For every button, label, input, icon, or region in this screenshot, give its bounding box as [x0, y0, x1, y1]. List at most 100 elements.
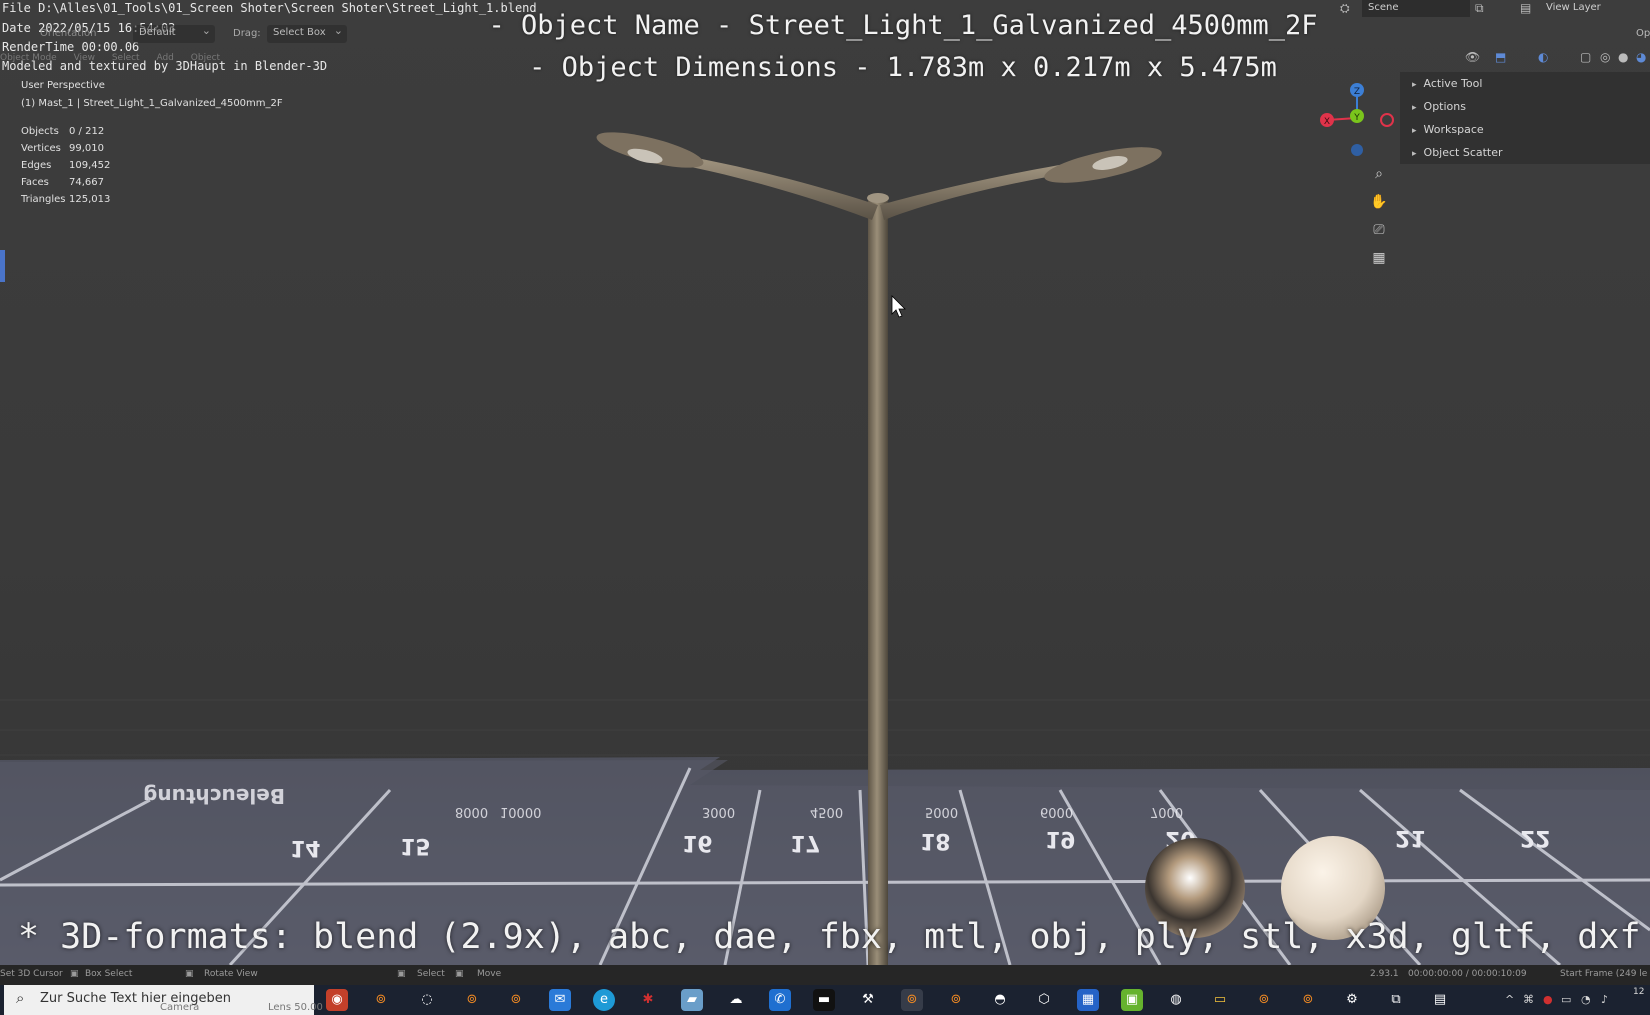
mail-icon[interactable]: ✉: [549, 989, 571, 1011]
visibility-icon[interactable]: 👁: [1465, 50, 1480, 64]
solid-shading-icon[interactable]: ●: [1618, 50, 1628, 64]
app-chat-icon[interactable]: ✆: [769, 989, 791, 1011]
calendar-icon[interactable]: ▦: [1077, 989, 1099, 1011]
tray-wifi-icon[interactable]: ◔: [1581, 993, 1591, 1006]
stat-faces: Faces 74,667: [21, 177, 104, 188]
floor-number: 17: [790, 830, 821, 855]
floor-number: 16: [682, 830, 713, 855]
file-explorer-icon[interactable]: ▭: [1209, 989, 1231, 1011]
floor-grid: [0, 699, 1650, 756]
view-layer-icon[interactable]: ▤: [1520, 1, 1531, 15]
stat-value: 109,452: [69, 160, 111, 171]
scene-icon[interactable]: ⛭: [1340, 1, 1350, 16]
floor-mm-label: 6000: [1040, 804, 1073, 819]
left-toolbar-sliver[interactable]: [0, 250, 5, 282]
mouse-middle-icon: ▣: [185, 969, 194, 979]
app-window-icon-2[interactable]: ▤: [1429, 989, 1451, 1011]
status-timecode: 00:00:00:00 / 00:00:10:09: [1408, 969, 1527, 979]
app-blue-icon[interactable]: ▰: [681, 989, 703, 1011]
tray-antivirus-icon[interactable]: ●: [1543, 993, 1553, 1006]
gizmo-x-label: X: [1324, 117, 1330, 127]
floor-mm-label: 7000: [1150, 804, 1183, 819]
stat-objects: Objects 0 / 212: [21, 126, 104, 137]
wireframe-shading-icon[interactable]: ◎: [1600, 50, 1610, 64]
status-move: Move: [477, 969, 502, 979]
status-cursor-hint: Set 3D Cursor: [0, 969, 63, 979]
app-panda-icon[interactable]: ◓: [989, 989, 1011, 1011]
firefox-icon[interactable]: ◉: [326, 989, 348, 1011]
tray-clock[interactable]: 12: [1633, 987, 1644, 997]
view-layer-selector[interactable]: View Layer: [1546, 2, 1601, 13]
chromium-icon[interactable]: ◌: [416, 989, 438, 1011]
status-rotate: Rotate View: [204, 969, 258, 979]
ghost-camera-label: Camera: [160, 1002, 200, 1013]
blender-icon[interactable]: ⊚: [505, 989, 527, 1011]
navigation-gizmo[interactable]: Z X Y: [1315, 78, 1395, 163]
active-object-label: (1) Mast_1 | Street_Light_1_Galvanized_4…: [21, 98, 283, 109]
settings-gear-icon[interactable]: ⚙: [1341, 989, 1363, 1011]
3d-viewport[interactable]: 14 15 16 17 18 19 20 21 22 8000 10000 3000 4500 5000 6…: [0, 0, 1650, 965]
app-window-icon[interactable]: ⧉: [1385, 989, 1407, 1011]
panel-object-scatter[interactable]: Object Scatter: [1400, 141, 1650, 164]
edge-icon[interactable]: e: [593, 989, 615, 1011]
scene-selector[interactable]: Scene: [1362, 0, 1470, 17]
gizmo-y-label: Y: [1353, 113, 1360, 123]
blender-icon[interactable]: ⊚: [461, 989, 483, 1011]
zoom-icon[interactable]: ⌕: [1367, 162, 1391, 186]
blender-icon[interactable]: ⊚: [1297, 989, 1319, 1011]
blender-icon[interactable]: ⊚: [1253, 989, 1275, 1011]
status-version: 2.93.1: [1370, 969, 1399, 979]
gizmo-neg-x-handle[interactable]: [1380, 113, 1394, 127]
floor-number: 18: [920, 828, 951, 853]
formats-caption: * 3D-formats: blend (2.9x), abc, dae, fb…: [18, 917, 1641, 957]
lamp-head-left: [596, 132, 704, 168]
app-red-icon[interactable]: ✱: [637, 989, 659, 1011]
panel-active-tool[interactable]: Active Tool: [1400, 72, 1650, 95]
tray-network-icon[interactable]: ⌘: [1523, 993, 1534, 1006]
tray-battery-icon[interactable]: ▭: [1561, 993, 1571, 1006]
tray-chevron-icon[interactable]: ^: [1505, 993, 1514, 1006]
tray-volume-icon[interactable]: ♪: [1601, 993, 1608, 1006]
pan-hand-icon[interactable]: ✋: [1367, 190, 1391, 214]
floor-mm-label: 3000: [702, 804, 735, 819]
menu-mode[interactable]: Object Mode: [0, 53, 57, 63]
panel-options[interactable]: Options: [1400, 95, 1650, 118]
camera-view-icon[interactable]: ⎚: [1367, 218, 1391, 242]
stat-value: 0 / 212: [69, 126, 105, 137]
nvidia-icon[interactable]: ▣: [1121, 989, 1143, 1011]
stat-edges: Edges 109,452: [21, 160, 110, 171]
blender-icon[interactable]: ⊚: [370, 989, 392, 1011]
floor-title: Beleuchtung: [143, 784, 285, 808]
overlay-toggle-icon[interactable]: ◐: [1538, 50, 1548, 64]
gizmo-neg-z-handle[interactable]: [1351, 144, 1363, 156]
stat-label: Triangles: [21, 194, 66, 205]
floor-mm-label: 10000: [500, 804, 541, 819]
material-shading-icon[interactable]: ◕: [1636, 50, 1646, 64]
blender-icon[interactable]: ⊚: [945, 989, 967, 1011]
stat-label: Objects: [21, 126, 59, 137]
floor-mm-label: 8000: [455, 804, 488, 819]
app-cloud-icon[interactable]: ☁: [725, 989, 747, 1011]
stat-value: 99,010: [69, 143, 104, 154]
street-light-pole: [868, 195, 888, 965]
app-tools-icon[interactable]: ⚒: [857, 989, 879, 1011]
panel-workspace[interactable]: Workspace: [1400, 118, 1650, 141]
app-cube-icon[interactable]: ⬡: [1033, 989, 1055, 1011]
gizmo-z-label: Z: [1354, 87, 1360, 97]
search-placeholder: Zur Suche Text hier eingeben: [40, 991, 231, 1006]
floor-number: 14: [290, 835, 321, 860]
stat-value: 125,013: [69, 194, 111, 205]
terminal-icon[interactable]: ▬: [813, 989, 835, 1011]
pole-cap: [867, 193, 889, 203]
options-button[interactable]: Op: [1636, 28, 1650, 39]
status-box-select: Box Select: [85, 969, 133, 979]
floor-number: 21: [1395, 825, 1426, 850]
app-dial-icon[interactable]: ◍: [1165, 989, 1187, 1011]
ghost-lens-label: Lens 50.00: [268, 1002, 323, 1013]
blender-icon-active[interactable]: ⊚: [901, 989, 923, 1011]
ortho-grid-icon[interactable]: ▦: [1367, 246, 1391, 270]
gizmo-toggle-icon[interactable]: ⬒: [1495, 50, 1506, 64]
mouse-left-icon-2: ▣: [397, 969, 406, 979]
xray-icon[interactable]: ▢: [1580, 50, 1591, 64]
new-scene-icon[interactable]: ⧉: [1475, 1, 1484, 16]
